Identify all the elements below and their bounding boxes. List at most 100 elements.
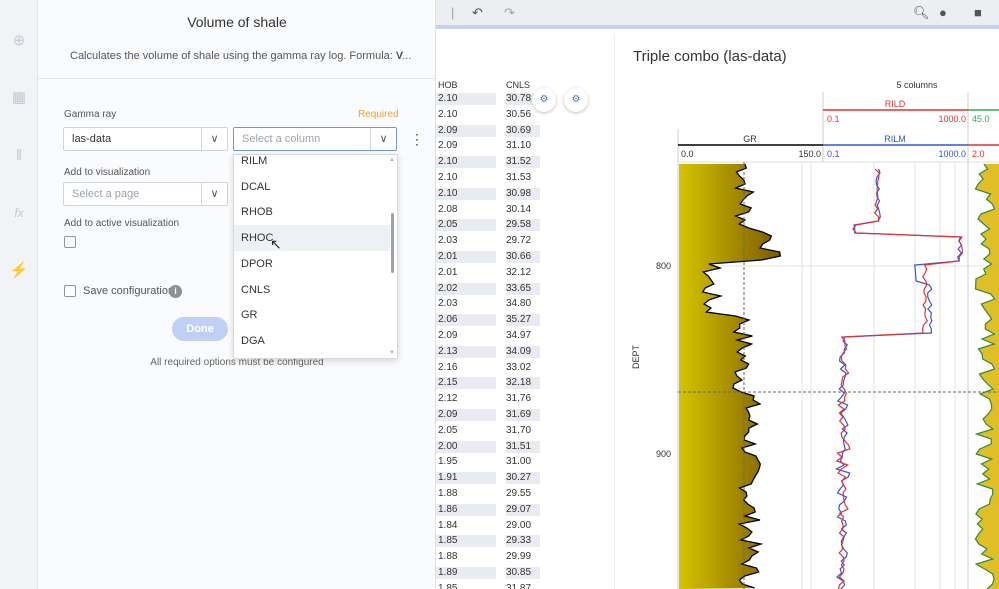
required-label: Required — [358, 109, 399, 120]
dropdown-option[interactable]: RHOB — [234, 199, 390, 225]
gr-fill — [679, 164, 781, 589]
scroll-up-icon[interactable]: ▲ — [389, 157, 395, 163]
dropdown-option[interactable]: RHOC — [234, 225, 390, 252]
table-cell: 34.09 — [506, 345, 540, 358]
search-icon[interactable]: 🔍︎ — [913, 5, 930, 21]
table-row[interactable]: 2.05 29.58 — [436, 219, 540, 232]
dropdown-option[interactable]: GR — [234, 302, 390, 328]
dropdown-option[interactable]: DCAL — [234, 174, 390, 200]
info-icon[interactable]: i — [169, 285, 182, 298]
chevron-down-icon[interactable]: ∨ — [201, 183, 227, 205]
table-cell: 34.80 — [506, 298, 532, 310]
table-row[interactable]: 2.12 31.76 — [436, 393, 540, 405]
table-cell: 2.10 — [438, 108, 458, 120]
table-row[interactable]: 2.10 30.56 — [436, 109, 540, 121]
rild-curve — [835, 168, 964, 589]
table-cell: 1.88 — [438, 488, 458, 499]
table-cell: 30.66 — [506, 251, 540, 263]
table-row[interactable]: 2.01 32.12 — [436, 267, 540, 279]
table-select[interactable]: las-data ∨ — [63, 127, 228, 151]
table-row[interactable]: 1.95 31.00 — [436, 456, 540, 468]
table-row[interactable]: 1.85 31.87 — [436, 583, 540, 589]
table-cell: 2.03 — [438, 298, 458, 310]
table-row[interactable]: 2.00 31.51 — [436, 440, 540, 453]
function-icon[interactable]: fx — [9, 203, 29, 223]
chart-panel: Triple combo (las-data) 5 columns RILD 0… — [614, 34, 999, 589]
table-row[interactable]: 2.10 30.98 — [436, 187, 540, 200]
scrollbar-thumb[interactable] — [391, 213, 394, 273]
table-row[interactable]: 1.91 30.27 — [436, 472, 540, 485]
table-row[interactable]: 2.09 31.10 — [436, 140, 540, 152]
table-cell: 29.58 — [506, 219, 540, 232]
track-max: 1000.0 — [938, 149, 966, 159]
table-row[interactable]: 2.10 31.53 — [436, 172, 540, 184]
table-row[interactable]: 2.06 35.27 — [436, 314, 540, 327]
table-cell: 1.85 — [438, 582, 458, 589]
comments-icon[interactable]: ● — [939, 5, 947, 20]
table-row[interactable]: 2.01 30.66 — [436, 251, 540, 263]
table-row[interactable]: 1.85 29.33 — [436, 535, 540, 548]
table-row[interactable]: 2.09 34.97 — [436, 330, 540, 342]
column-dropdown[interactable]: RILM DCAL RHOB RHOC DPOR CNLS GR DGA ▲ ▼ — [233, 154, 398, 359]
table-icon[interactable]: ▦ — [9, 88, 29, 108]
column-select[interactable]: Select a column ∨ — [233, 127, 397, 151]
chevron-down-icon[interactable]: ∨ — [370, 128, 396, 150]
page-select[interactable]: Select a page ∨ — [63, 182, 228, 206]
table-row[interactable]: 2.03 34.80 — [436, 298, 540, 310]
gamma-ray-label: Gamma ray — [64, 109, 117, 120]
table-cell: 2.16 — [438, 361, 458, 373]
bookmark-icon[interactable]: ■ — [974, 5, 982, 20]
dropdown-option[interactable]: RILM — [234, 155, 390, 174]
table-cell: 2.05 — [436, 219, 496, 232]
table-row[interactable]: 2.10 30.78 — [436, 93, 540, 105]
table-cell: 30.27 — [506, 472, 540, 485]
chevron-down-icon[interactable]: ∨ — [201, 128, 227, 150]
mouse-cursor-icon: ↖ — [270, 236, 282, 252]
table-row[interactable]: 2.10 31.52 — [436, 156, 540, 169]
table-row[interactable]: 1.88 29.99 — [436, 551, 540, 563]
bar-chart-icon[interactable]: ‖ — [9, 146, 29, 166]
columns-label: 5 columns — [896, 80, 938, 90]
table-row[interactable]: 1.84 29.00 — [436, 520, 540, 532]
dropdown-option[interactable]: DPOR — [234, 251, 390, 277]
table-row[interactable]: 2.05 31.70 — [436, 425, 540, 437]
save-configuration-checkbox[interactable] — [64, 285, 76, 297]
add-column-icon[interactable]: ⚙ — [564, 88, 588, 112]
add-to-active-checkbox[interactable] — [64, 236, 76, 248]
dropdown-option[interactable]: DGA — [234, 328, 390, 354]
table-cell: 1.88 — [438, 551, 458, 563]
table-row[interactable]: 2.02 33.65 — [436, 282, 540, 295]
scroll-down-icon[interactable]: ▼ — [389, 350, 395, 356]
table-cell: 31.70 — [506, 424, 532, 436]
table-row[interactable]: 2.09 31.69 — [436, 409, 540, 421]
dropdown-option[interactable]: CNLS — [234, 277, 390, 303]
well-log-chart[interactable]: 5 columns RILD 0.1 1000.0 45.0 RILM 0.1 … — [615, 34, 999, 589]
table-row[interactable]: 2.16 33.02 — [436, 362, 540, 374]
table-row[interactable]: 1.86 29.07 — [436, 503, 540, 516]
table-cell: 32.12 — [506, 266, 532, 278]
insert-column-icon[interactable]: ⚙ — [532, 88, 556, 112]
table-cell: 2.05 — [438, 424, 458, 436]
table-cell: 31.51 — [506, 440, 540, 453]
table-row[interactable]: 2.08 30.14 — [436, 204, 540, 216]
column-header: CNLS — [506, 80, 531, 90]
lightning-icon[interactable]: ⚡ — [9, 261, 29, 281]
done-button[interactable]: Done — [172, 317, 228, 341]
redo-icon[interactable]: ↷ — [504, 5, 515, 21]
table-row[interactable]: 2.15 32.18 — [436, 377, 540, 390]
table-cell: 29.07 — [506, 503, 540, 516]
chevron-down-icon[interactable]: ∨ — [395, 48, 404, 62]
table-row[interactable]: 2.03 29.72 — [436, 235, 540, 247]
table-cell: 31.76 — [506, 393, 532, 405]
panel-description[interactable]: Calculates the volume of shale using the… — [70, 50, 411, 62]
table-cell: 2.02 — [436, 282, 496, 295]
table-row[interactable]: 1.89 30.85 — [436, 567, 540, 579]
table-row[interactable]: 2.09 30.69 — [436, 124, 540, 137]
table-row[interactable]: 1.88 29.55 — [436, 488, 540, 500]
track-name: RILD — [885, 99, 906, 109]
more-options-icon[interactable]: ⋮ — [410, 131, 424, 148]
table-row[interactable]: 2.13 34.09 — [436, 345, 540, 358]
table-cell: 34.97 — [506, 330, 532, 341]
plus-circle-icon[interactable]: ⊕ — [9, 31, 29, 51]
undo-icon[interactable]: ↶ — [472, 5, 483, 21]
